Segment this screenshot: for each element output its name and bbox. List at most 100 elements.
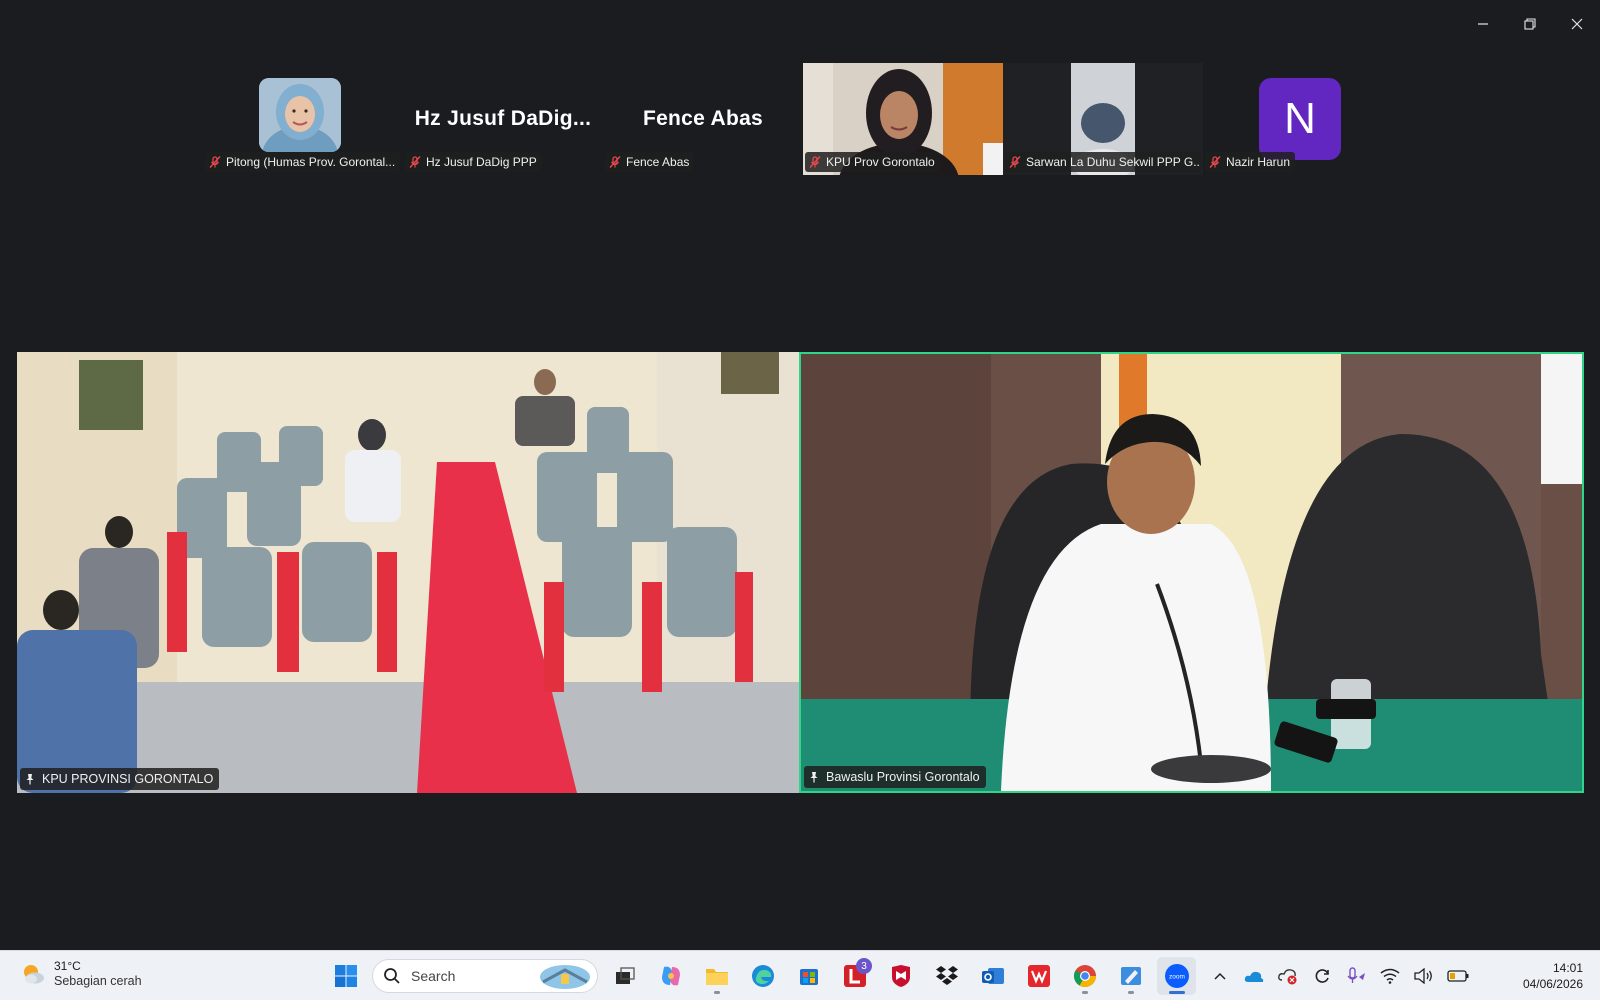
- volume-button[interactable]: [1410, 960, 1438, 992]
- edge-button[interactable]: [743, 957, 782, 995]
- svg-text:zoom: zoom: [1169, 974, 1185, 981]
- participant-tile-pitong[interactable]: Pitong (Humas Prov. Gorontal...: [203, 63, 403, 175]
- participant-video: [801, 354, 1582, 791]
- taskbar: 31°C Sebagian cerah Search 3 zoom 14:01 …: [0, 950, 1600, 1000]
- participant-label: Fence Abas: [605, 152, 695, 172]
- copilot-button[interactable]: [651, 957, 690, 995]
- volume-icon: [1414, 968, 1432, 984]
- running-indicator: [1168, 991, 1185, 994]
- taskbar-apps: Search 3 zoom: [326, 957, 1196, 995]
- task-view-button[interactable]: [605, 957, 644, 995]
- main-video-bawaslu-provinsi[interactable]: Bawaslu Provinsi Gorontalo: [799, 352, 1584, 793]
- taskbar-clock[interactable]: 14:01 04/06/2026: [1523, 960, 1583, 992]
- wps-office-button[interactable]: [1019, 957, 1058, 995]
- participant-strip: Pitong (Humas Prov. Gorontal... Hz Jusuf…: [203, 63, 1403, 175]
- participant-label: Sarwan La Duhu Sekwil PPP G...: [1005, 152, 1201, 172]
- outlook-icon: [981, 968, 1004, 984]
- participant-name: Fence Abas: [626, 155, 690, 169]
- participant-tile-kpu-prov[interactable]: KPU Prov Gorontalo: [803, 63, 1003, 175]
- participant-label: Pitong (Humas Prov. Gorontal...: [205, 152, 401, 172]
- participant-tile-jusuf[interactable]: Hz Jusuf DaDig... Hz Jusuf DaDig PPP: [403, 63, 603, 175]
- zoom-icon: zoom: [1164, 964, 1189, 988]
- weather-temperature: 31°C: [54, 959, 81, 973]
- weather-description: Sebagian cerah: [54, 974, 142, 988]
- copilot-icon: [661, 966, 680, 986]
- chrome-icon: [1073, 965, 1096, 987]
- chevron-up-icon: [1214, 972, 1226, 980]
- update-button[interactable]: [1308, 960, 1336, 992]
- close-icon: [1571, 18, 1582, 30]
- start-button[interactable]: [326, 957, 365, 995]
- participant-label: Nazir Harun: [1205, 152, 1296, 172]
- onedrive-button[interactable]: [1240, 960, 1268, 992]
- pin-icon: [26, 774, 34, 785]
- restore-icon: [1523, 18, 1536, 30]
- windows-logo-icon: [334, 965, 357, 987]
- minimize-button[interactable]: [1459, 0, 1506, 48]
- mic-muted-icon: [609, 156, 621, 168]
- participant-label: Hz Jusuf DaDig PPP: [405, 152, 542, 172]
- dropbox-icon: [935, 966, 958, 985]
- search-icon: [384, 968, 400, 984]
- participant-name: Pitong (Humas Prov. Gorontal...: [226, 155, 396, 169]
- weather-widget[interactable]: 31°C Sebagian cerah: [20, 959, 142, 989]
- paint-icon: [1120, 967, 1141, 985]
- participant-label: KPU Prov Gorontalo: [805, 152, 940, 172]
- search-highlight-art: [540, 965, 590, 989]
- participant-name: Nazir Harun: [1226, 155, 1291, 169]
- wifi-button[interactable]: [1376, 960, 1404, 992]
- file-explorer-button[interactable]: [697, 957, 736, 995]
- microphone-icon: [1347, 967, 1365, 983]
- paint-button[interactable]: [1111, 957, 1150, 995]
- taskbar-search[interactable]: Search: [372, 959, 598, 993]
- zoom-button[interactable]: zoom: [1157, 957, 1196, 995]
- microsoft-store-icon: [799, 969, 818, 985]
- main-video-kpu-provinsi[interactable]: KPU PROVINSI GORONTALO: [17, 352, 799, 793]
- sync-error-button[interactable]: [1274, 960, 1302, 992]
- participant-tile-sarwan[interactable]: Sarwan La Duhu Sekwil PPP G...: [1003, 63, 1203, 175]
- participant-name: KPU Prov Gorontalo: [826, 155, 935, 169]
- mic-muted-icon: [209, 156, 221, 168]
- show-hidden-icons-button[interactable]: [1206, 960, 1234, 992]
- chrome-button[interactable]: [1065, 957, 1104, 995]
- cloud-error-icon: [1278, 969, 1297, 985]
- search-placeholder: Search: [411, 968, 456, 984]
- participant-name: Hz Jusuf DaDig PPP: [426, 155, 537, 169]
- participant-name: Sarwan La Duhu Sekwil PPP G...: [1026, 155, 1201, 169]
- participant-tile-nazir[interactable]: N Nazir Harun: [1203, 63, 1403, 175]
- task-view-icon: [615, 967, 635, 984]
- participant-label: Bawaslu Provinsi Gorontalo: [804, 766, 986, 788]
- mic-muted-icon: [1009, 156, 1021, 168]
- wps-icon: [1027, 965, 1050, 987]
- clock-date: 04/06/2026: [1522, 977, 1583, 991]
- participant-label: KPU PROVINSI GORONTALO: [20, 768, 220, 790]
- running-indicator: [713, 991, 720, 994]
- mic-muted-icon: [809, 156, 821, 168]
- dropbox-button[interactable]: [927, 957, 966, 995]
- system-tray: [1206, 957, 1472, 995]
- avatar: [259, 78, 341, 152]
- outlook-button[interactable]: [973, 957, 1012, 995]
- battery-icon: [1447, 970, 1469, 982]
- battery-button[interactable]: [1444, 960, 1472, 992]
- participant-tile-fence[interactable]: Fence Abas Fence Abas: [603, 63, 803, 175]
- partly-sunny-icon: [24, 965, 44, 984]
- microphone-in-use-button[interactable]: [1342, 960, 1370, 992]
- mcafee-icon: [891, 965, 910, 987]
- onedrive-icon: [1244, 971, 1264, 982]
- window-controls: [1459, 0, 1600, 48]
- microsoft-store-button[interactable]: [789, 957, 828, 995]
- participant-name: Bawaslu Provinsi Gorontalo: [826, 770, 980, 784]
- avatar: N: [1259, 78, 1341, 160]
- close-button[interactable]: [1553, 0, 1600, 48]
- restore-button[interactable]: [1506, 0, 1553, 48]
- running-indicator: [1127, 991, 1134, 994]
- clock-time: 14:01: [1552, 961, 1583, 975]
- l-app-button[interactable]: 3: [835, 957, 874, 995]
- refresh-icon: [1315, 969, 1329, 983]
- mic-muted-icon: [409, 156, 421, 168]
- notification-badge: 3: [856, 958, 872, 974]
- wifi-icon: [1380, 968, 1400, 984]
- mcafee-button[interactable]: [881, 957, 920, 995]
- participant-name: KPU PROVINSI GORONTALO: [42, 772, 214, 786]
